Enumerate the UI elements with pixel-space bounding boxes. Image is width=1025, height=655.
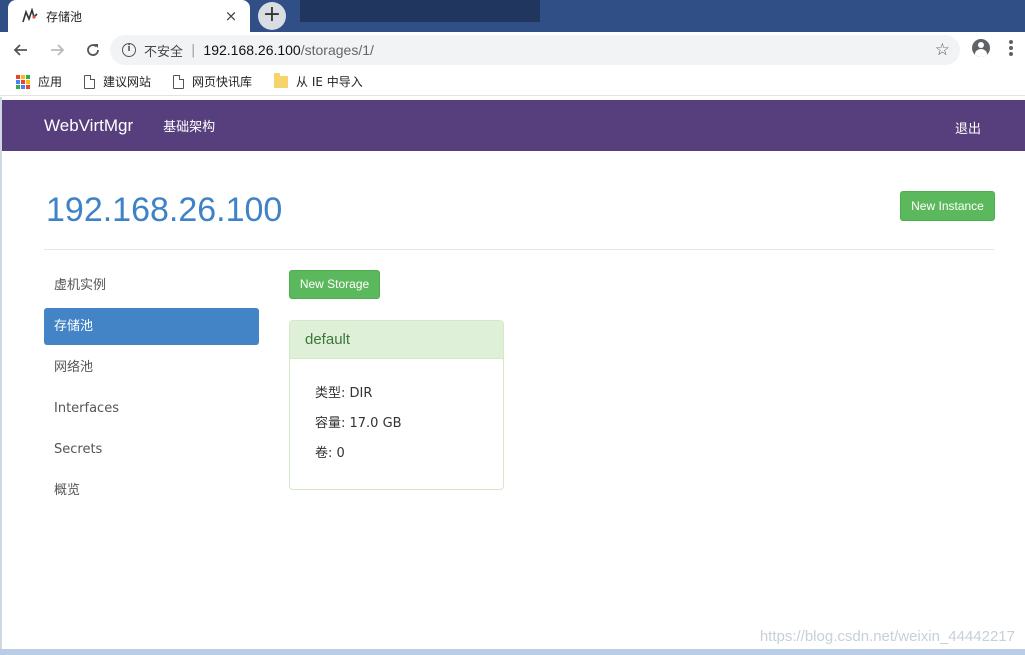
watermark-text: https://blog.csdn.net/weixin_44442217: [759, 628, 1015, 645]
bookmark-label: 从 IE 中导入: [296, 75, 363, 89]
browser-menu-icon[interactable]: [1008, 40, 1014, 58]
bookmark-web-slice-gallery[interactable]: 网页快讯库: [173, 73, 252, 90]
bookmark-import-from-ie[interactable]: 从 IE 中导入: [274, 72, 363, 90]
app-navbar: WebVirtMgr 基础架构 退出: [2, 100, 1025, 151]
back-arrow-icon[interactable]: [6, 35, 36, 65]
site-info-icon[interactable]: i: [122, 43, 136, 57]
forward-arrow-icon[interactable]: [42, 35, 72, 65]
new-instance-button[interactable]: New Instance: [900, 191, 995, 221]
browser-tabstrip: 存储池 × +: [0, 0, 1025, 32]
page-icon: [84, 74, 96, 89]
background-tabs: [300, 0, 540, 22]
url-host: 192.168.26.100: [203, 42, 301, 58]
tab-title: 存储池: [46, 9, 83, 24]
taskbar-edge: [0, 649, 1025, 655]
storage-pool-capacity: 容量: 17.0 GB: [315, 416, 402, 431]
bookmarks-bar: 应用 建议网站 网页快讯库 从 IE 中导入: [0, 68, 1025, 96]
sidebar-nav: 虚机实例 存储池 网络池 Interfaces Secrets 概览: [44, 267, 259, 513]
browser-toolbar: i 不安全 | 192.168.26.100 /storages/1/ ☆: [0, 32, 1025, 68]
apps-icon: [16, 74, 30, 89]
sidebar-item-networks[interactable]: 网络池: [44, 349, 259, 386]
bookmark-star-icon[interactable]: ☆: [935, 41, 950, 59]
bookmark-apps[interactable]: 应用: [16, 73, 62, 90]
bookmark-suggested-sites[interactable]: 建议网站: [84, 73, 151, 90]
storage-pool-volumes: 卷: 0: [315, 446, 345, 461]
page-header: 192.168.26.100 New Instance: [44, 185, 995, 250]
reload-icon[interactable]: [78, 35, 108, 65]
page-icon: [173, 74, 185, 89]
account-avatar-icon[interactable]: [972, 39, 990, 57]
new-storage-button[interactable]: New Storage: [289, 270, 380, 299]
page-viewport: WebVirtMgr 基础架构 退出 192.168.26.100 New In…: [0, 97, 1025, 649]
storage-pool-panel[interactable]: default 类型: DIR 容量: 17.0 GB 卷: 0: [289, 320, 504, 490]
storage-pool-name[interactable]: default: [290, 321, 503, 359]
brand-link[interactable]: WebVirtMgr: [44, 116, 133, 136]
url-path: /storages/1/: [300, 42, 374, 58]
main-content: New Storage default 类型: DIR 容量: 17.0 GB …: [289, 270, 504, 490]
nav-infrastructure[interactable]: 基础架构: [163, 116, 215, 135]
page-title: 192.168.26.100: [46, 191, 283, 229]
sidebar-item-secrets[interactable]: Secrets: [44, 431, 259, 468]
nav-logout[interactable]: 退出: [955, 118, 981, 137]
storage-pool-details: 类型: DIR 容量: 17.0 GB 卷: 0: [290, 359, 503, 472]
webvirtmgr-favicon-icon: [22, 7, 38, 24]
new-tab-button[interactable]: +: [258, 2, 286, 30]
url-separator: |: [191, 42, 196, 58]
sidebar-item-storages[interactable]: 存储池: [44, 308, 259, 345]
sidebar-item-instances[interactable]: 虚机实例: [44, 267, 259, 304]
bookmark-label: 建议网站: [103, 75, 152, 89]
browser-tab-active[interactable]: 存储池 ×: [8, 0, 250, 32]
tab-close-icon[interactable]: ×: [222, 7, 240, 25]
bookmark-label: 应用: [38, 75, 63, 89]
sidebar-item-overview[interactable]: 概览: [44, 472, 259, 509]
not-secure-label: 不安全: [144, 44, 184, 60]
sidebar-item-interfaces[interactable]: Interfaces: [44, 390, 259, 427]
storage-pool-type: 类型: DIR: [315, 386, 373, 401]
folder-icon: [274, 72, 289, 88]
address-bar[interactable]: i 不安全 | 192.168.26.100 /storages/1/ ☆: [110, 35, 960, 65]
bookmark-label: 网页快讯库: [192, 75, 253, 89]
